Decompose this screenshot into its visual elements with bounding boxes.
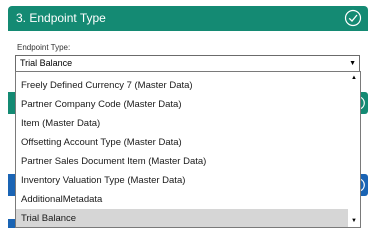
check-circle-icon	[344, 9, 362, 27]
endpoint-type-label: Endpoint Type:	[17, 43, 71, 52]
dropdown-option[interactable]: Freely Defined Currency 7 (Master Data)	[16, 76, 349, 95]
dropdown-option[interactable]: Partner Company Code (Master Data)	[16, 95, 349, 114]
dropdown-option[interactable]: Partner Sales Document Item (Master Data…	[16, 152, 349, 171]
scroll-thumb[interactable]	[350, 84, 358, 215]
step-title: 3. Endpoint Type	[16, 11, 106, 25]
endpoint-config-panel: 3. Endpoint Type Endpoint Type: Trial Ba…	[0, 0, 376, 228]
scroll-down-arrow-icon[interactable]: ▼	[348, 215, 360, 227]
dropdown-options: Freely Defined Currency 7 (Master Data) …	[16, 76, 349, 227]
dropdown-scrollbar[interactable]: ▲ ▼	[348, 72, 360, 227]
dropdown-option[interactable]: Offsetting Account Type (Master Data)	[16, 133, 349, 152]
scroll-up-arrow-icon[interactable]: ▲	[348, 72, 360, 84]
dropdown-option[interactable]: AdditionalMetadata	[16, 190, 349, 209]
endpoint-type-selected-value: Trial Balance	[20, 58, 73, 68]
dropdown-arrow-icon: ▼	[349, 60, 356, 67]
endpoint-type-dropdown-list[interactable]: Freely Defined Currency 7 (Master Data) …	[15, 71, 361, 228]
step-header[interactable]: 3. Endpoint Type	[8, 6, 368, 31]
dropdown-option[interactable]: Item (Master Data)	[16, 114, 349, 133]
dropdown-option[interactable]: Inventory Valuation Type (Master Data)	[16, 171, 349, 190]
dropdown-option-selected[interactable]: Trial Balance	[16, 209, 349, 227]
endpoint-type-select[interactable]: Trial Balance ▼	[15, 55, 360, 72]
